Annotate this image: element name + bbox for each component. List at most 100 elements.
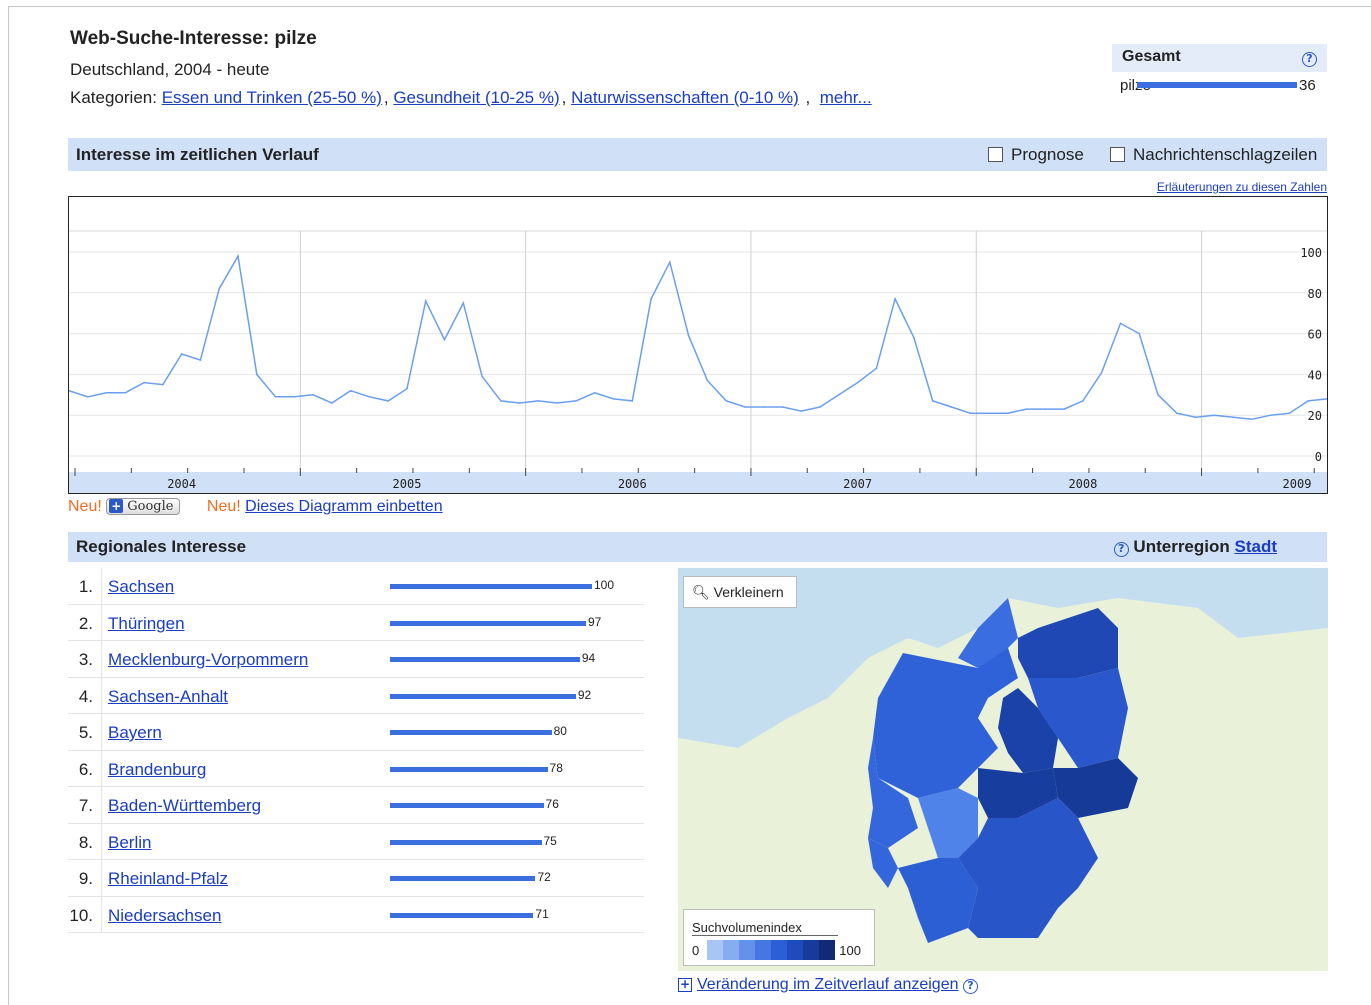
region-rank: 2.: [68, 604, 102, 640]
y-tick-label: 80: [1308, 287, 1322, 301]
region-date-subtitle: Deutschland, 2004 - heute: [70, 60, 270, 79]
region-value: 76: [545, 797, 559, 811]
y-tick-label: 40: [1308, 368, 1322, 382]
region-name-link[interactable]: Niedersachsen: [108, 906, 221, 926]
news-checkbox[interactable]: Nachrichtenschlagzeilen: [1110, 145, 1317, 165]
data-point: [669, 261, 671, 263]
data-point: [931, 400, 934, 402]
region-bar: [390, 766, 548, 772]
data-point: [443, 338, 446, 341]
region-name-link[interactable]: Bayern: [108, 723, 162, 743]
checkbox-icon[interactable]: [988, 147, 1003, 162]
expand-icon[interactable]: +: [678, 978, 692, 992]
timeline-section-header: Interesse im zeitlichen Verlauf Prognose…: [68, 138, 1327, 171]
data-point: [725, 400, 727, 402]
zoom-out-label: Verkleinern: [713, 584, 784, 600]
prognose-checkbox[interactable]: Prognose: [988, 145, 1084, 165]
embed-chart-link[interactable]: Dieses Diagramm einbetten: [245, 498, 442, 515]
data-point: [406, 387, 408, 390]
data-point: [1307, 400, 1309, 402]
region-row: 7. Baden-Württemberg 76: [68, 787, 644, 824]
data-point: [1288, 412, 1291, 414]
region-bar: [390, 693, 576, 699]
region-value: 72: [537, 870, 551, 884]
region-rank: 5.: [68, 714, 102, 750]
region-name-link[interactable]: Baden-Württemberg: [108, 796, 261, 816]
region-value: 92: [577, 687, 592, 702]
data-point: [237, 255, 239, 257]
prognose-label: Prognose: [1011, 145, 1084, 164]
region-value: 100: [594, 578, 615, 592]
plus-icon: +: [109, 499, 124, 513]
data-point: [1213, 414, 1216, 416]
region-rank: 1.: [68, 568, 102, 604]
region-value: 97: [587, 614, 602, 629]
y-tick-label: 100: [1300, 246, 1322, 260]
region-bar: [390, 912, 534, 918]
data-point: [894, 298, 896, 300]
data-point: [162, 383, 164, 386]
data-point: [650, 298, 652, 300]
data-point: [593, 392, 596, 394]
x-tick-label: 2007: [843, 477, 872, 491]
data-point: [124, 392, 127, 394]
data-point: [1176, 412, 1178, 414]
region-bar: [390, 839, 542, 845]
legend-swatch: [787, 940, 804, 960]
data-point: [518, 402, 521, 404]
data-point: [331, 402, 333, 404]
region-rank: 7.: [68, 787, 102, 823]
region-bar: [390, 730, 552, 735]
region-row: 6. Brandenburg 78: [68, 750, 644, 787]
region-rank: 6.: [68, 750, 102, 786]
region-name-link[interactable]: Brandenburg: [108, 760, 206, 780]
category-link-food[interactable]: Essen und Trinken (25-50 %): [162, 88, 382, 107]
region-row: 4. Sachsen-Anhalt 92: [68, 677, 644, 714]
data-point: [274, 396, 277, 398]
checkbox-icon[interactable]: [1110, 147, 1125, 162]
category-link-science[interactable]: Naturwissenschaften (0-10 %): [571, 88, 799, 107]
region-bar: [390, 876, 536, 881]
help-icon[interactable]: ?: [1113, 542, 1129, 557]
data-point: [800, 410, 803, 412]
data-point: [556, 402, 558, 404]
data-point: [218, 287, 220, 290]
region-rank: 4.: [68, 677, 102, 713]
region-name-link[interactable]: Sachsen: [108, 577, 174, 597]
new-badge: Neu!: [68, 498, 102, 515]
data-point: [687, 334, 690, 337]
region-row: 1. Sachsen 100: [68, 568, 644, 605]
region-name-link[interactable]: Sachsen-Anhalt: [108, 687, 228, 707]
data-point: [256, 373, 258, 376]
region-name-link[interactable]: Berlin: [108, 833, 151, 853]
data-point: [105, 392, 108, 394]
magnifier-icon: 🔍︎: [692, 584, 710, 600]
region-value: 75: [543, 833, 557, 848]
page-title: Web-Suche-Interesse: pilze: [70, 28, 317, 49]
more-categories-link[interactable]: mehr...: [820, 88, 872, 107]
region-name-link[interactable]: Rheinland-Pfalz: [108, 869, 228, 889]
explain-numbers-link[interactable]: Erläuterungen zu diesen Zahlen: [1157, 180, 1327, 194]
region-rank: 10.: [68, 896, 102, 932]
add-to-google-button[interactable]: + Google: [106, 498, 181, 515]
google-button-label: Google: [127, 499, 174, 514]
category-link-health[interactable]: Gesundheit (10-25 %): [393, 88, 559, 107]
zoom-out-button[interactable]: 🔍︎ Verkleinern: [683, 576, 797, 608]
series-line: [69, 253, 1327, 421]
change-over-time-link[interactable]: Veränderung im Zeitverlauf anzeigen: [697, 976, 959, 993]
data-point: [744, 406, 746, 408]
data-point: [1232, 416, 1234, 418]
region-ranking-list: 1. Sachsen 100 2. Thüringen 97 3. Mecklenburg-V…: [68, 568, 644, 933]
legend-title: Suchvolumenindex: [692, 920, 838, 936]
region-value: 80: [553, 724, 567, 738]
data-point: [1007, 412, 1009, 414]
city-link[interactable]: Stadt: [1235, 537, 1278, 556]
data-point: [312, 394, 314, 396]
x-tick-label: 2008: [1068, 477, 1097, 491]
help-icon[interactable]: ?: [962, 979, 978, 994]
data-point: [424, 300, 427, 302]
help-icon[interactable]: ?: [1302, 49, 1317, 67]
region-name-link[interactable]: Thüringen: [108, 614, 185, 634]
region-name-link[interactable]: Mecklenburg-Vorpommern: [108, 650, 308, 670]
data-point: [762, 406, 765, 408]
